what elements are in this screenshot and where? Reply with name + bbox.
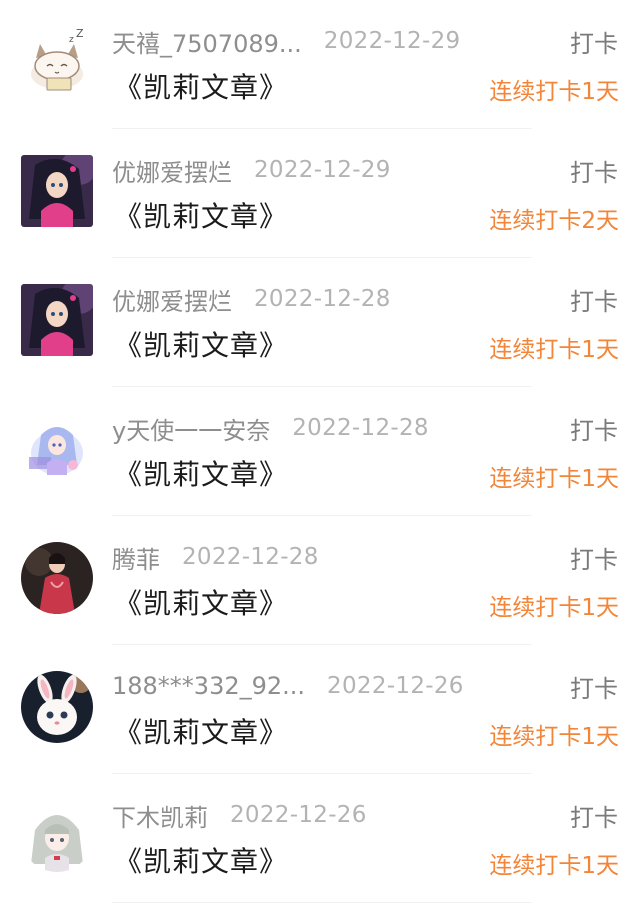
- article-title[interactable]: 《凯莉文章》: [114, 711, 288, 751]
- checkin-record-item[interactable]: 188***332_92... 2022-12-26 《凯莉文章》 打卡 连续打…: [0, 645, 640, 774]
- checkin-label: 打卡: [570, 804, 618, 832]
- svg-text:z: z: [69, 35, 74, 45]
- white-rabbit-avatar[interactable]: [21, 671, 93, 743]
- checkin-record-item[interactable]: y天使一一安奈 2022-12-28 《凯莉文章》 打卡 连续打卡1天: [0, 387, 640, 516]
- streak-badge: 连续打卡1天: [489, 595, 619, 621]
- username[interactable]: 优娜爱摆烂: [112, 153, 232, 188]
- streak-badge: 连续打卡2天: [489, 208, 619, 234]
- checkin-label: 打卡: [570, 675, 618, 703]
- checkin-record-list: z Z 天禧_7507089... 2022-12-29 《凯莉文章》 打卡 连…: [0, 0, 640, 924]
- checkin-date: 2022-12-26: [327, 673, 464, 699]
- checkin-label: 打卡: [570, 159, 618, 187]
- username[interactable]: 天禧_7507089...: [112, 24, 302, 59]
- checkin-date: 2022-12-28: [292, 415, 429, 441]
- checkin-record-item[interactable]: 下木凯莉 2022-12-26 《凯莉文章》 打卡 连续打卡1天: [0, 774, 640, 903]
- checkin-label: 打卡: [570, 417, 618, 445]
- checkin-label: 打卡: [570, 288, 618, 316]
- checkin-record-item[interactable]: 优娜爱摆烂 2022-12-28 《凯莉文章》 打卡 连续打卡1天: [0, 258, 640, 387]
- anime-girl-gray-hair-avatar[interactable]: [21, 800, 93, 872]
- streak-badge: 连续打卡1天: [489, 724, 619, 750]
- streak-badge: 连续打卡1天: [489, 337, 619, 363]
- svg-text:Z: Z: [76, 27, 84, 40]
- streak-badge: 连续打卡1天: [489, 853, 619, 879]
- checkin-label: 打卡: [570, 30, 618, 58]
- divider: [112, 902, 532, 903]
- checkin-date: 2022-12-26: [230, 802, 367, 828]
- username[interactable]: 腾菲: [112, 540, 160, 575]
- username[interactable]: 下木凯莉: [112, 798, 208, 833]
- cartoon-cat-avatar[interactable]: z Z: [21, 26, 93, 98]
- anime-girl-blue-hair-avatar[interactable]: [21, 413, 93, 485]
- article-title[interactable]: 《凯莉文章》: [114, 195, 288, 235]
- username[interactable]: 188***332_92...: [112, 672, 305, 700]
- streak-badge: 连续打卡1天: [489, 79, 619, 105]
- article-title[interactable]: 《凯莉文章》: [114, 66, 288, 106]
- article-title[interactable]: 《凯莉文章》: [114, 582, 288, 622]
- checkin-date: 2022-12-29: [254, 157, 391, 183]
- checkin-record-item[interactable]: 腾菲 2022-12-28 《凯莉文章》 打卡 连续打卡1天: [0, 516, 640, 645]
- woman-red-dress-avatar[interactable]: [21, 542, 93, 614]
- anime-girl-pink-dress-avatar[interactable]: [21, 284, 93, 356]
- checkin-date: 2022-12-28: [182, 544, 319, 570]
- username[interactable]: 优娜爱摆烂: [112, 282, 232, 317]
- streak-badge: 连续打卡1天: [489, 466, 619, 492]
- checkin-date: 2022-12-29: [323, 28, 461, 54]
- article-title[interactable]: 《凯莉文章》: [114, 453, 288, 493]
- anime-girl-pink-dress-avatar[interactable]: [21, 155, 93, 227]
- username[interactable]: y天使一一安奈: [112, 411, 270, 446]
- checkin-record-item[interactable]: 优娜爱摆烂 2022-12-29 《凯莉文章》 打卡 连续打卡2天: [0, 129, 640, 258]
- checkin-date: 2022-12-28: [254, 286, 391, 312]
- checkin-label: 打卡: [570, 546, 618, 574]
- article-title[interactable]: 《凯莉文章》: [114, 840, 288, 880]
- checkin-record-item[interactable]: z Z 天禧_7507089... 2022-12-29 《凯莉文章》 打卡 连…: [0, 0, 640, 129]
- article-title[interactable]: 《凯莉文章》: [114, 324, 288, 364]
